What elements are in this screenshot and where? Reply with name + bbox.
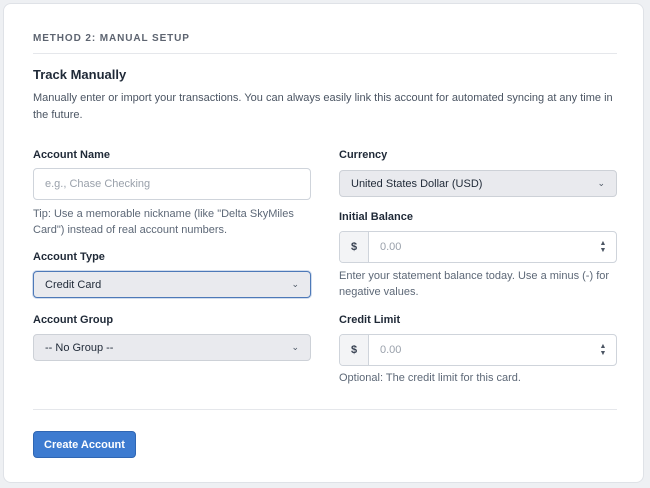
- credit-limit-label: Credit Limit: [339, 314, 401, 326]
- account-name-placeholder: e.g., Chase Checking: [45, 178, 151, 190]
- credit-limit-placeholder: 0.00: [380, 344, 402, 356]
- stepper-icon[interactable]: ▲ ▼: [590, 335, 616, 365]
- credit-limit-help: Optional: The credit limit for this card…: [339, 372, 521, 384]
- account-name-input[interactable]: e.g., Chase Checking: [33, 168, 311, 200]
- currency-prefix: $: [340, 232, 369, 262]
- chevron-down-icon: ⌄: [597, 178, 605, 188]
- section-label: METHOD 2: MANUAL SETUP: [33, 33, 190, 44]
- account-group-label: Account Group: [33, 314, 114, 326]
- page-title: Track Manually: [33, 67, 127, 82]
- currency-prefix: $: [340, 335, 369, 365]
- account-type-value: Credit Card: [45, 278, 102, 291]
- section-divider: [33, 53, 617, 54]
- manual-setup-card: METHOD 2: MANUAL SETUP Track Manually Ma…: [3, 3, 644, 483]
- create-account-button[interactable]: Create Account: [33, 431, 136, 458]
- account-group-value: -- No Group --: [45, 341, 114, 354]
- chevron-down-icon: ⌄: [291, 342, 299, 352]
- currency-select[interactable]: United States Dollar (USD) ⌄: [339, 170, 617, 197]
- account-type-select[interactable]: Credit Card ⌄: [33, 271, 311, 298]
- credit-limit-input[interactable]: $ 0.00 ▲ ▼: [339, 334, 617, 366]
- currency-value: United States Dollar (USD): [351, 177, 483, 190]
- chevron-down-icon: ⌄: [291, 279, 299, 289]
- actions-divider: [33, 409, 617, 410]
- account-name-label: Account Name: [33, 149, 111, 161]
- stepper-icon[interactable]: ▲ ▼: [590, 232, 616, 262]
- account-name-help: Tip: Use a memorable nickname (like "Del…: [33, 208, 294, 236]
- account-type-label: Account Type: [33, 251, 105, 263]
- initial-balance-placeholder: 0.00: [380, 241, 402, 253]
- initial-balance-label: Initial Balance: [339, 211, 413, 223]
- account-group-select[interactable]: -- No Group -- ⌄: [33, 334, 311, 361]
- page-description: Manually enter or import your transactio…: [33, 92, 613, 121]
- initial-balance-input[interactable]: $ 0.00 ▲ ▼: [339, 231, 617, 263]
- currency-label: Currency: [339, 149, 388, 161]
- initial-balance-help: Enter your statement balance today. Use …: [339, 270, 610, 298]
